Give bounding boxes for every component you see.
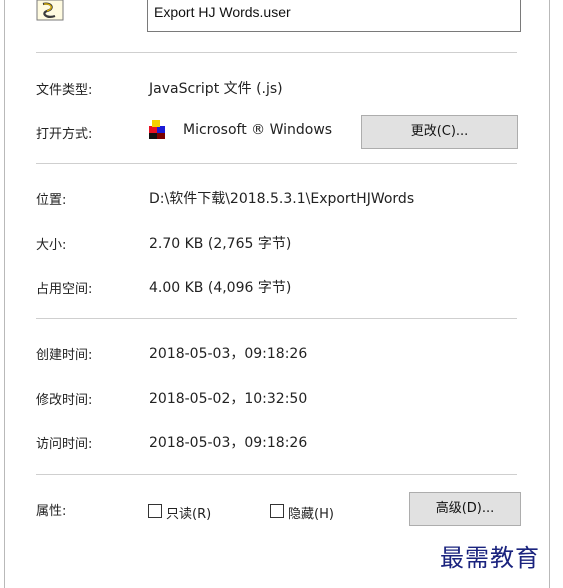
file-type-label: 文件类型:	[36, 83, 93, 98]
location-value: D:\软件下载\2018.5.3.1\ExportHJWords	[149, 191, 415, 207]
separator	[36, 474, 517, 475]
separator	[36, 163, 517, 164]
hidden-checkbox[interactable]	[270, 504, 284, 518]
advanced-button[interactable]: 高级(D)...	[409, 492, 521, 526]
attributes-label: 属性:	[36, 504, 67, 519]
hidden-label[interactable]: 隐藏(H)	[288, 503, 334, 522]
file-type-value: JavaScript 文件 (.js)	[149, 81, 283, 97]
windows-app-icon	[148, 120, 166, 140]
javascript-file-icon	[36, 0, 66, 22]
readonly-checkbox[interactable]	[148, 504, 162, 518]
created-value: 2018-05-03，09:18:26	[149, 346, 308, 362]
opens-with-value: Microsoft ® Windows	[183, 122, 333, 138]
opens-with-label: 打开方式:	[36, 127, 93, 142]
created-label: 创建时间:	[36, 348, 93, 363]
modified-label: 修改时间:	[36, 393, 93, 408]
watermark-text: 最需教育	[440, 544, 540, 572]
file-name-text: Export HJ Words.user	[154, 4, 291, 20]
dialog-left-border	[4, 0, 5, 588]
readonly-label[interactable]: 只读(R)	[166, 503, 211, 522]
disk-size-label: 占用空间:	[36, 282, 93, 297]
disk-size-value: 4.00 KB (4,096 字节)	[149, 280, 292, 296]
separator	[36, 318, 517, 319]
size-label: 大小:	[36, 238, 67, 253]
modified-value: 2018-05-02，10:32:50	[149, 391, 308, 407]
dialog-right-border	[549, 0, 550, 588]
accessed-value: 2018-05-03，09:18:26	[149, 435, 308, 451]
location-label: 位置:	[36, 193, 67, 208]
file-properties-dialog: Export HJ Words.user 文件类型: JavaScript 文件…	[0, 0, 563, 588]
accessed-label: 访问时间:	[36, 437, 93, 452]
change-button[interactable]: 更改(C)...	[361, 115, 518, 149]
separator	[36, 52, 517, 53]
size-value: 2.70 KB (2,765 字节)	[149, 236, 292, 252]
file-name-field[interactable]: Export HJ Words.user	[147, 0, 521, 32]
